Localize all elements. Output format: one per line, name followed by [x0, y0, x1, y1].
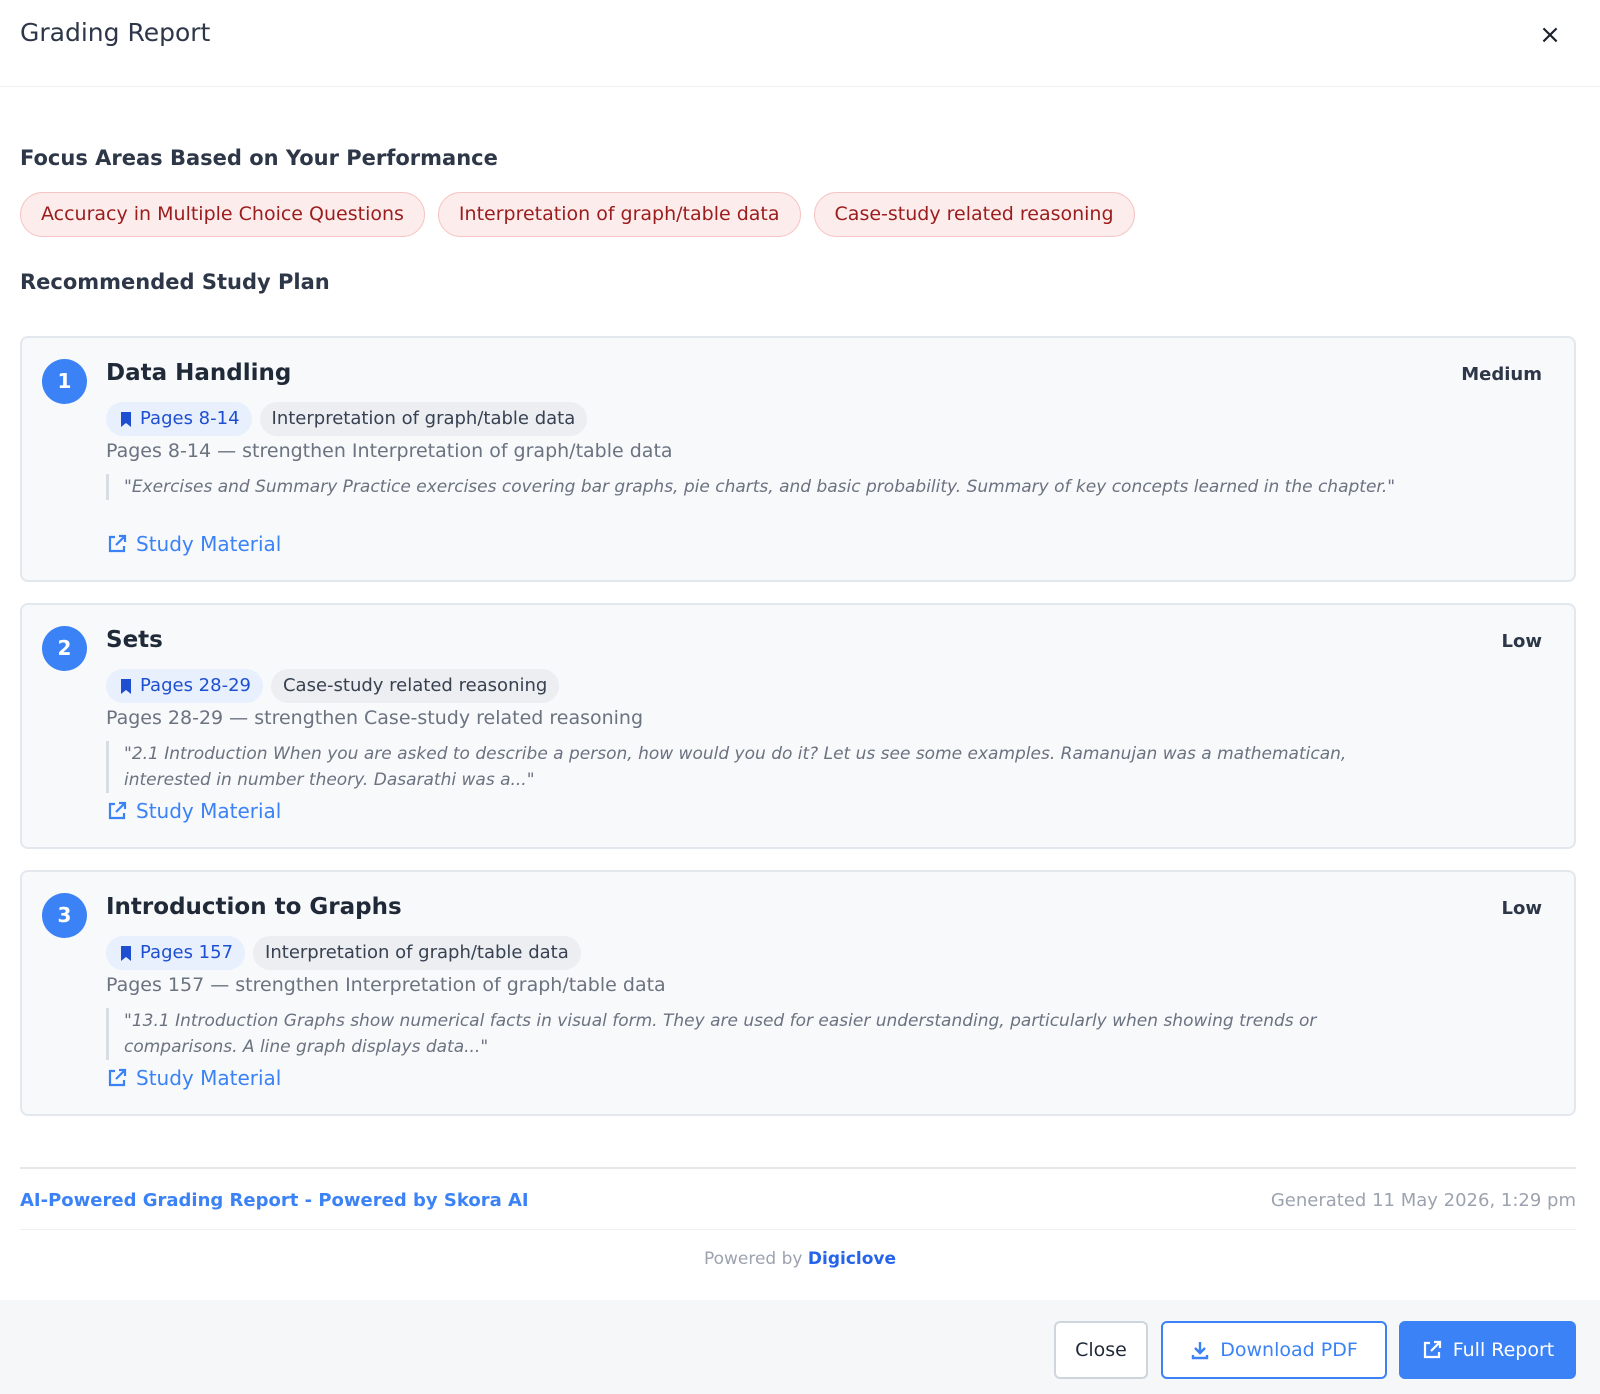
- study-summary: Pages 28-29 — strengthen Case-study rela…: [106, 707, 644, 729]
- material-excerpt: "2.1 Introduction When you are asked to …: [106, 741, 1406, 793]
- pages-tag-label: Pages 28-29: [140, 675, 251, 696]
- study-plan-card: 3 Introduction to Graphs Low Pages 157 I…: [20, 870, 1576, 1116]
- download-icon: [1192, 1342, 1209, 1360]
- powered-by-brand: Digiclove: [807, 1249, 897, 1269]
- modal-action-bar: Close Download PDF Full Report: [0, 1300, 1600, 1394]
- material-excerpt: "13.1 Introduction Graphs show numerical…: [106, 1008, 1406, 1060]
- footer-divider: [20, 1229, 1576, 1230]
- pages-tag-label: Pages 157: [140, 942, 234, 963]
- focus-areas-list: Accuracy in Multiple Choice Questions In…: [20, 192, 1135, 237]
- study-material-link-label: Study Material: [136, 1066, 282, 1090]
- study-topic-title: Data Handling: [106, 360, 292, 386]
- pages-tag: Pages 28-29: [106, 669, 263, 703]
- focus-area-pill: Interpretation of graph/table data: [437, 192, 801, 237]
- bookmark-icon: [121, 945, 131, 961]
- tag-row: Pages 8-14 Interpretation of graph/table…: [106, 402, 588, 436]
- close-icon[interactable]: ×: [1536, 18, 1564, 52]
- priority-label: Low: [1501, 631, 1542, 652]
- powered-by-prefix: Powered by: [703, 1249, 803, 1269]
- footer-divider: [20, 1167, 1576, 1169]
- tag-row: Pages 157 Interpretation of graph/table …: [106, 936, 581, 970]
- topic-tag: Case-study related reasoning: [270, 669, 560, 703]
- study-plan-card: 1 Data Handling Medium Pages 8-14 Interp…: [20, 336, 1576, 582]
- generated-timestamp: Generated 11 May 2026, 1:29 pm: [1270, 1190, 1576, 1211]
- step-number-badge: 1: [42, 359, 87, 404]
- tag-row: Pages 28-29 Case-study related reasoning: [106, 669, 560, 703]
- step-number-badge: 2: [42, 626, 87, 671]
- focus-area-pill: Accuracy in Multiple Choice Questions: [20, 192, 425, 237]
- study-summary: Pages 157 — strengthen Interpretation of…: [106, 974, 666, 996]
- external-link-icon: [1423, 1340, 1441, 1359]
- study-material-link-label: Study Material: [136, 532, 282, 556]
- study-material-link-label: Study Material: [136, 799, 282, 823]
- priority-label: Low: [1501, 898, 1542, 919]
- powered-by-line: Powered by Digiclove: [0, 1249, 1600, 1269]
- external-link-icon: [108, 534, 127, 553]
- focus-areas-heading: Focus Areas Based on Your Performance: [20, 146, 498, 170]
- pages-tag: Pages 8-14: [106, 402, 252, 436]
- external-link-icon: [108, 801, 127, 820]
- full-report-label: Full Report: [1452, 1339, 1555, 1361]
- study-summary: Pages 8-14 — strengthen Interpretation o…: [106, 440, 673, 462]
- material-excerpt: "Exercises and Summary Practice exercise…: [106, 474, 1406, 500]
- bookmark-icon: [121, 678, 131, 694]
- report-brand-label: AI-Powered Grading Report - Powered by S…: [20, 1190, 529, 1211]
- study-topic-title: Sets: [106, 627, 163, 653]
- topic-tag: Interpretation of graph/table data: [253, 936, 581, 970]
- study-topic-title: Introduction to Graphs: [106, 894, 402, 920]
- download-pdf-button[interactable]: Download PDF: [1161, 1321, 1387, 1379]
- focus-area-pill: Case-study related reasoning: [813, 192, 1135, 237]
- topic-tag: Interpretation of graph/table data: [259, 402, 588, 436]
- pages-tag-label: Pages 8-14: [140, 408, 240, 429]
- grading-report-modal: Grading Report × Focus Areas Based on Yo…: [0, 0, 1600, 1394]
- modal-header: Grading Report ×: [0, 0, 1600, 87]
- pages-tag: Pages 157: [106, 936, 246, 970]
- external-link-icon: [108, 1068, 127, 1087]
- priority-label: Medium: [1461, 364, 1542, 385]
- download-pdf-label: Download PDF: [1220, 1339, 1358, 1361]
- study-material-link[interactable]: Study Material: [106, 1066, 281, 1090]
- step-number-badge: 3: [42, 893, 87, 938]
- study-plan-card: 2 Sets Low Pages 28-29 Case-study relate…: [20, 603, 1576, 849]
- study-plan-heading: Recommended Study Plan: [20, 270, 330, 294]
- study-material-link[interactable]: Study Material: [106, 799, 281, 823]
- modal-title: Grading Report: [20, 18, 211, 47]
- full-report-button[interactable]: Full Report: [1399, 1321, 1576, 1379]
- study-material-link[interactable]: Study Material: [106, 532, 281, 556]
- close-button[interactable]: Close: [1054, 1321, 1148, 1379]
- bookmark-icon: [121, 411, 131, 427]
